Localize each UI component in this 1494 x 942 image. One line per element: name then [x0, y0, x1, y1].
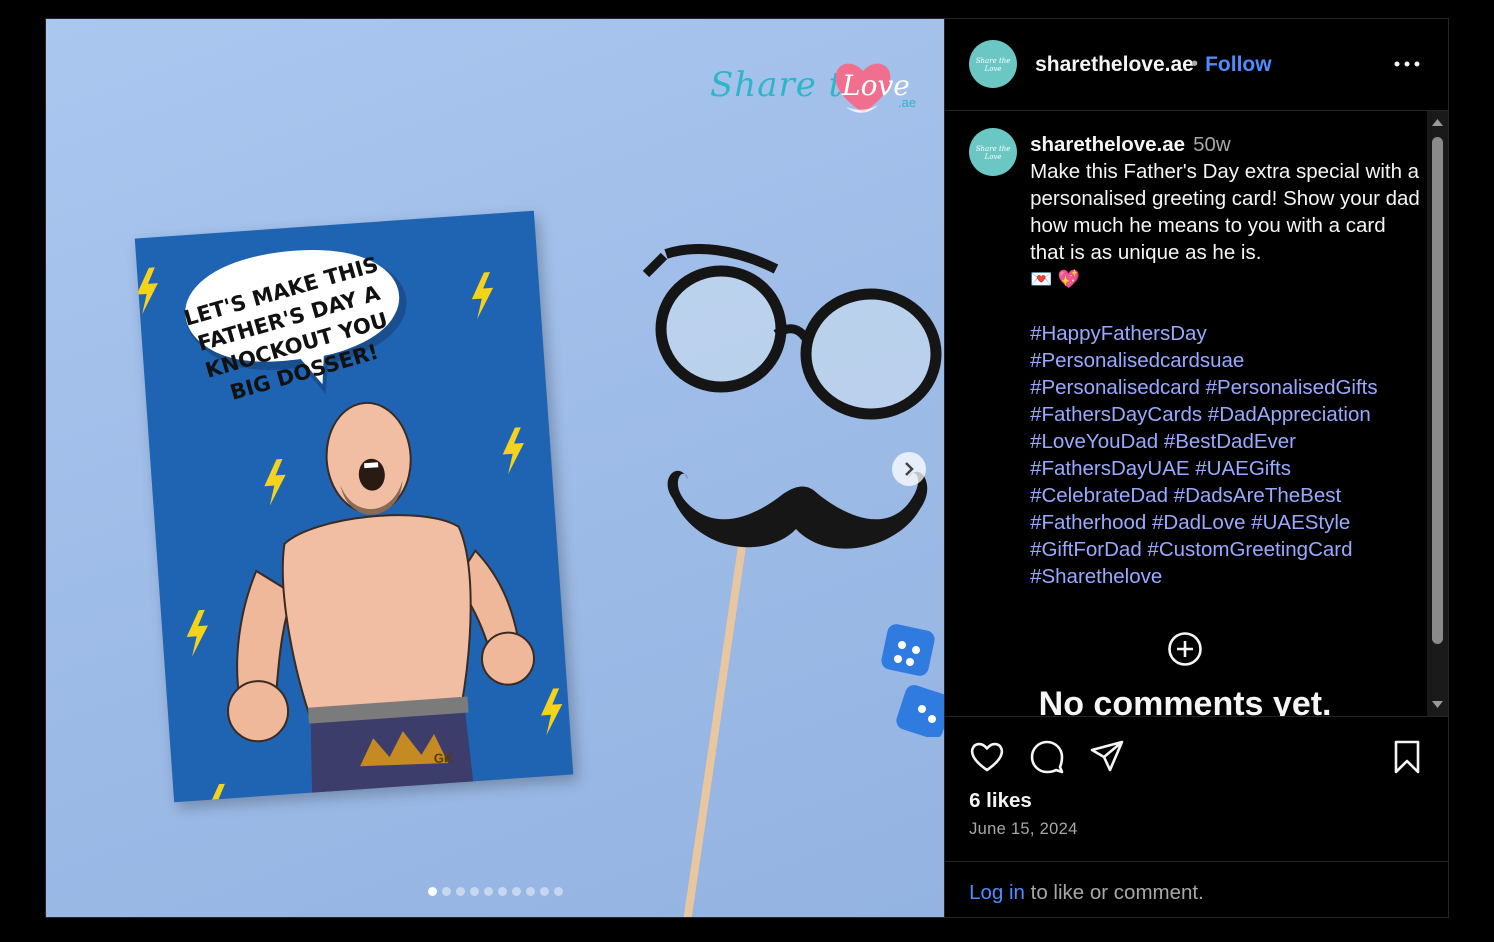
send-icon[interactable]: [1089, 739, 1125, 775]
hashtag-line[interactable]: #Fatherhood #DadLove #UAEStyle: [1030, 509, 1420, 536]
carousel-dot: [497, 887, 507, 896]
comments-section[interactable]: Share the Love sharethelove.ae 50w Make t…: [945, 111, 1450, 717]
more-horizontal-icon[interactable]: [1393, 55, 1421, 73]
add-circle-icon[interactable]: [1167, 631, 1203, 667]
hashtag-line[interactable]: #Personalisedcardsuae: [1030, 347, 1420, 374]
hashtag-line[interactable]: #GiftForDad #CustomGreetingCard: [1030, 536, 1420, 563]
caption-text: Make this Father's Day extra special wit…: [1030, 160, 1420, 264]
carousel-dot: [539, 887, 549, 896]
avatar-text: Share the Love: [975, 145, 1011, 161]
caption-timestamp[interactable]: 50w: [1193, 133, 1231, 156]
hashtag-line[interactable]: #HappyFathersDay: [1030, 320, 1420, 347]
heart-icon[interactable]: [969, 739, 1005, 775]
lightning-bolt-icon: [471, 271, 494, 319]
hashtag-line[interactable]: #Sharethelove: [1030, 563, 1420, 590]
username-link[interactable]: sharethelove.ae: [1035, 53, 1194, 77]
login-link[interactable]: Log in: [969, 881, 1025, 904]
avatar[interactable]: Share the Love: [969, 40, 1018, 88]
caption-hashtags: #HappyFathersDay #Personalisedcardsuae #Pe…: [1030, 320, 1420, 590]
next-image-button[interactable]: [892, 452, 926, 486]
chevron-right-icon: [905, 462, 914, 476]
post-date[interactable]: June 15, 2024: [969, 820, 1078, 839]
hashtag-line[interactable]: #FathersDayCards #DadAppreciation: [1030, 401, 1420, 428]
avatar-text: Share the Love: [975, 57, 1011, 73]
scroll-down-icon[interactable]: [1431, 700, 1444, 710]
caption-username[interactable]: sharethelove.ae: [1030, 133, 1185, 156]
dice-prop: [881, 624, 945, 737]
login-prompt: Log in to like or comment.: [945, 861, 1450, 918]
carousel-dot: [441, 887, 451, 896]
carousel-dot: [455, 887, 465, 896]
greeting-card: LET'S MAKE THIS FATHER'S DAY A KNOCKOUT …: [134, 210, 574, 803]
instagram-post-modal: Share the Love .ae LET'S MAKE THIS FATHE…: [45, 18, 1450, 918]
carousel-dot: [427, 887, 437, 896]
post-actions: [945, 731, 1449, 791]
carousel-indicator: [46, 887, 944, 896]
post-header: Share the Love sharethelove.ae • Follow: [945, 19, 1450, 111]
caption-emojis: 💌 💖: [1030, 269, 1080, 289]
scrollbar-thumb[interactable]: [1432, 137, 1444, 644]
scroll-up-icon[interactable]: [1431, 117, 1444, 127]
login-line: Log in to like or comment.: [969, 881, 1204, 905]
carousel-dot: [553, 887, 563, 896]
follow-button[interactable]: Follow: [1205, 53, 1272, 77]
separator-dot: •: [1191, 53, 1199, 75]
hashtag-line[interactable]: #FathersDayUAE #UAEGifts: [1030, 455, 1420, 482]
post-caption: sharethelove.ae 50w Make this Father's Da…: [1030, 131, 1420, 590]
login-suffix: to like or comment.: [1024, 881, 1204, 904]
card-initials: GK: [433, 749, 454, 767]
logo-domain-text: .ae: [898, 95, 917, 110]
avatar[interactable]: Share the Love: [969, 128, 1018, 176]
post-details-panel: Share the Love sharethelove.ae • Follow …: [944, 19, 1450, 918]
comment-icon[interactable]: [1029, 739, 1065, 775]
carousel-dot: [469, 887, 479, 896]
carousel-dot: [525, 887, 535, 896]
boxer-illustration: [227, 401, 535, 798]
hashtag-line[interactable]: #Personalisedcard #PersonalisedGifts: [1030, 374, 1420, 401]
carousel-dot: [483, 887, 493, 896]
hashtag-line[interactable]: #LoveYouDad #BestDadEver: [1030, 428, 1420, 455]
bookmark-icon[interactable]: [1389, 739, 1425, 775]
glasses-prop: [642, 244, 942, 420]
carousel-dot: [511, 887, 521, 896]
post-image[interactable]: Share the Love .ae LET'S MAKE THIS FATHE…: [46, 19, 945, 917]
no-comments-title: No comments yet.: [1038, 685, 1332, 717]
share-the-love-logo: Share the Love .ae: [710, 57, 920, 127]
comments-scrollbar[interactable]: [1427, 111, 1449, 716]
hashtag-line[interactable]: #CelebrateDad #DadsAreTheBest: [1030, 482, 1420, 509]
likes-count[interactable]: 6 likes: [969, 789, 1032, 813]
